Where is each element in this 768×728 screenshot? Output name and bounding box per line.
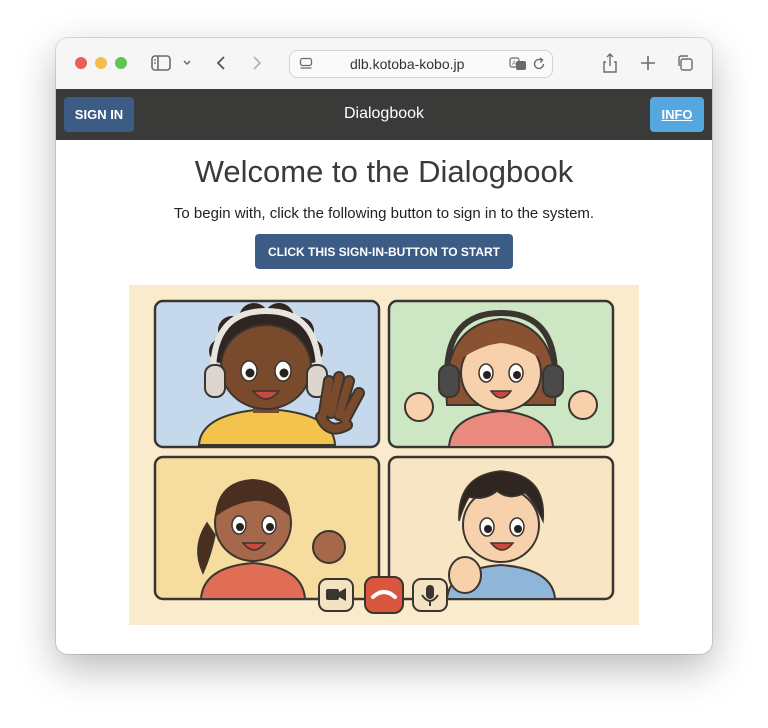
info-button[interactable]: INFO xyxy=(650,97,704,132)
svg-text:A: A xyxy=(512,61,516,67)
forward-arrow-icon[interactable] xyxy=(248,52,266,74)
participant-panel-2 xyxy=(387,299,615,449)
page-title: Welcome to the Dialogbook xyxy=(194,154,574,189)
page-settings-icon[interactable] xyxy=(298,56,314,72)
back-arrow-icon[interactable] xyxy=(212,52,230,74)
share-icon[interactable] xyxy=(600,50,620,76)
new-tab-icon[interactable] xyxy=(638,52,658,74)
participant-panel-3 xyxy=(153,455,381,601)
browser-window: dlb.kotoba-kobo.jp A SIGN IN Dialogbook … xyxy=(56,38,712,654)
app-navbar: SIGN IN Dialogbook INFO xyxy=(56,89,712,140)
video-call-illustration xyxy=(129,285,639,625)
app-title: Dialogbook xyxy=(343,105,425,122)
hang-up-icon[interactable] xyxy=(364,576,404,614)
url-text: dlb.kotoba-kobo.jp xyxy=(350,56,465,72)
chevron-down-icon[interactable] xyxy=(180,55,194,71)
participant-panel-4 xyxy=(387,455,615,601)
call-controls xyxy=(318,576,448,614)
zoom-window-button[interactable] xyxy=(115,57,127,69)
main-content: Welcome to the Dialogbook To begin with,… xyxy=(56,140,712,654)
translate-icon[interactable]: A xyxy=(508,55,528,73)
browser-toolbar: dlb.kotoba-kobo.jp A xyxy=(56,38,712,90)
start-sign-in-button[interactable]: CLICK THIS SIGN-IN-BUTTON TO START xyxy=(255,234,513,269)
page-subtitle: To begin with, click the following butto… xyxy=(173,205,595,222)
minimize-window-button[interactable] xyxy=(95,57,107,69)
sidebar-toggle-icon[interactable] xyxy=(150,53,172,73)
close-window-button[interactable] xyxy=(75,57,87,69)
tab-overview-icon[interactable] xyxy=(674,52,696,74)
participant-panel-1 xyxy=(153,299,381,449)
address-bar[interactable]: dlb.kotoba-kobo.jp A xyxy=(289,50,553,78)
reload-icon[interactable] xyxy=(531,56,547,72)
